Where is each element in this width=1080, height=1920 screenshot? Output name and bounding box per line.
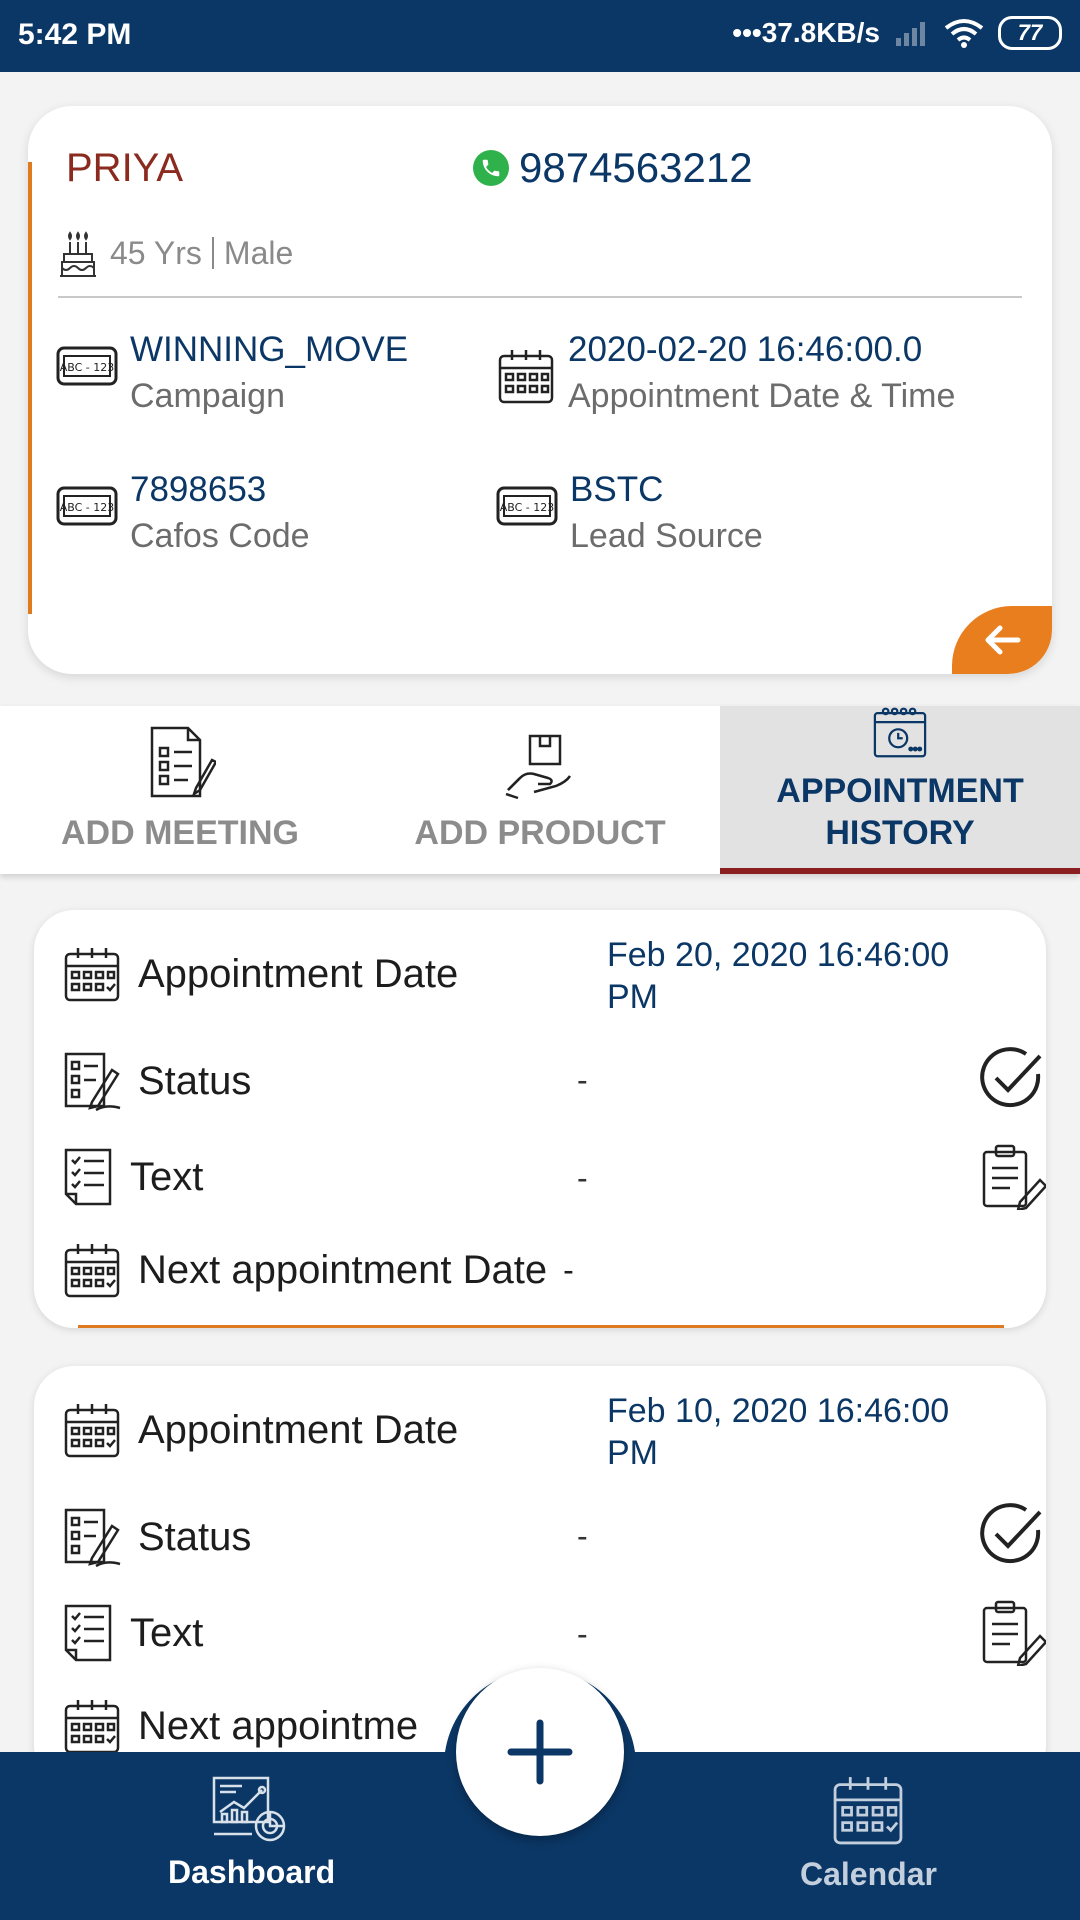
status-label: Status <box>138 1058 252 1103</box>
calendar-icon <box>498 350 554 404</box>
campaign-field: ABC - 123 WINNING_MOVE Campaign <box>56 328 408 420</box>
svg-text:ABC - 123: ABC - 123 <box>60 501 115 514</box>
next-appointment-date-label: Next appointme <box>138 1703 419 1748</box>
meeting-checklist-icon <box>150 726 216 798</box>
text-value: - <box>577 1616 588 1652</box>
status-indicators: •••37.8KB/s 77 <box>732 16 1062 50</box>
wifi-icon <box>944 19 984 48</box>
appointment-date-value: Feb 10, 2020 16:46:00 PM <box>607 1392 950 1472</box>
cafos-code-label: Cafos Code <box>130 517 310 555</box>
card-accent-line <box>78 1325 1004 1328</box>
next-appointment-date-label: Next appointment Date <box>138 1247 548 1292</box>
next-appointment-date-value: - <box>563 1251 574 1288</box>
clipboard-edit-icon[interactable] <box>980 1144 1046 1210</box>
phone-number[interactable]: 9874563212 <box>519 144 753 192</box>
appointment-date-label: Appointment Date <box>138 951 459 996</box>
appointment-date-row: Appointment Date <box>62 1400 458 1460</box>
lead-source-field: ABC - 123 BSTC Lead Source <box>496 468 763 560</box>
tab-add-product[interactable]: ADD PRODUCT <box>360 706 720 874</box>
patient-phone[interactable]: 9874563212 <box>473 144 753 192</box>
status-row: Status <box>62 1506 251 1568</box>
history-card: Appointment Date Feb 20, 2020 16:46:00 P… <box>34 910 1046 1328</box>
status-row: Status <box>62 1050 251 1112</box>
arrow-left-icon <box>985 625 1021 655</box>
card-accent-bar <box>28 162 32 614</box>
age-gender-row: 45 Yrs Male <box>56 228 293 278</box>
text-row: Text <box>62 1146 203 1208</box>
card-divider <box>58 296 1022 298</box>
id-card-icon: ABC - 123 <box>56 486 118 526</box>
calendar-icon <box>834 1777 903 1845</box>
tab-appointment-history-label: APPOINTMENT HISTORY <box>776 772 1024 852</box>
status-value: - <box>577 1518 588 1554</box>
tab-add-product-label: ADD PRODUCT <box>414 814 666 852</box>
campaign-label: Campaign <box>130 377 285 415</box>
dashboard-chart-icon <box>212 1776 285 1842</box>
network-speed: •••37.8KB/s <box>732 17 880 48</box>
appointment-datetime-value: 2020-02-20 16:46:00.0 <box>568 330 923 369</box>
appointment-datetime-field: 2020-02-20 16:46:00.0 Appointment Date &… <box>496 328 955 420</box>
svg-text:ABC - 123: ABC - 123 <box>500 501 555 514</box>
check-circle-icon[interactable] <box>978 1500 1046 1568</box>
birthday-cake-icon <box>60 231 96 277</box>
calendar-icon <box>64 1700 120 1754</box>
id-card-icon: ABC - 123 <box>56 346 118 386</box>
check-circle-icon[interactable] <box>978 1044 1046 1112</box>
product-hand-icon <box>505 734 572 800</box>
text-row: Text <box>62 1602 203 1664</box>
calendar-icon <box>64 1244 120 1298</box>
status-value: - <box>577 1062 588 1098</box>
next-appointment-date-row: Next appointme <box>62 1696 418 1756</box>
lead-source-value: BSTC <box>570 470 664 509</box>
appointment-datetime-label: Appointment Date & Time <box>568 377 956 415</box>
tab-appointment-history[interactable]: APPOINTMENT HISTORY <box>720 706 1080 874</box>
clipboard-sign-icon <box>64 1508 121 1568</box>
nav-calendar-label: Calendar <box>800 1856 937 1892</box>
checklist-icon <box>64 1148 112 1206</box>
appointment-date-value: Feb 20, 2020 16:46:00 PM <box>607 936 950 1016</box>
whatsapp-phone-icon[interactable] <box>473 150 509 186</box>
lead-source-label: Lead Source <box>570 517 763 555</box>
text-label: Text <box>130 1610 204 1655</box>
plus-icon <box>507 1719 573 1785</box>
nav-dashboard-label: Dashboard <box>168 1854 336 1890</box>
svg-text:ABC - 123: ABC - 123 <box>60 361 115 374</box>
patient-card: PRIYA 9874563212 45 Yrs Male ABC - 123 W… <box>28 106 1052 674</box>
age-gender-divider <box>211 237 214 269</box>
patient-age: 45 Yrs <box>110 234 202 271</box>
clipboard-edit-icon[interactable] <box>980 1600 1046 1666</box>
appointment-date-label: Appointment Date <box>138 1407 459 1452</box>
campaign-value: WINNING_MOVE <box>130 330 409 369</box>
nav-dashboard[interactable]: Dashboard <box>168 1772 335 1891</box>
action-tabs: ADD MEETING ADD PRODUCT APPOINTMENT HIST… <box>0 706 1080 874</box>
signal-icon <box>896 22 925 46</box>
clipboard-sign-icon <box>64 1052 121 1112</box>
patient-name: PRIYA <box>66 146 184 190</box>
tab-add-meeting[interactable]: ADD MEETING <box>0 706 360 874</box>
cafos-code-value: 7898653 <box>130 470 267 509</box>
id-card-icon: ABC - 123 <box>496 486 558 526</box>
checklist-icon <box>64 1604 112 1662</box>
tab-add-meeting-label: ADD MEETING <box>61 814 299 852</box>
text-value: - <box>577 1160 588 1196</box>
appointment-date-row: Appointment Date <box>62 944 458 1004</box>
next-appointment-date-row: Next appointment Date - <box>62 1240 574 1300</box>
calendar-clock-icon <box>873 707 927 758</box>
status-bar: 5:42 PM •••37.8KB/s 77 <box>0 0 1080 72</box>
back-button[interactable] <box>952 606 1052 674</box>
text-label: Text <box>130 1154 204 1199</box>
add-fab-button[interactable] <box>456 1668 624 1836</box>
nav-calendar[interactable]: Calendar <box>800 1772 937 1893</box>
cafos-code-field: ABC - 123 7898653 Cafos Code <box>56 468 310 560</box>
patient-gender: Male <box>223 234 294 271</box>
calendar-icon <box>64 1404 120 1458</box>
calendar-icon <box>64 948 120 1002</box>
status-time: 5:42 PM <box>18 18 132 51</box>
status-label: Status <box>138 1514 252 1559</box>
battery-indicator: 77 <box>998 16 1062 50</box>
